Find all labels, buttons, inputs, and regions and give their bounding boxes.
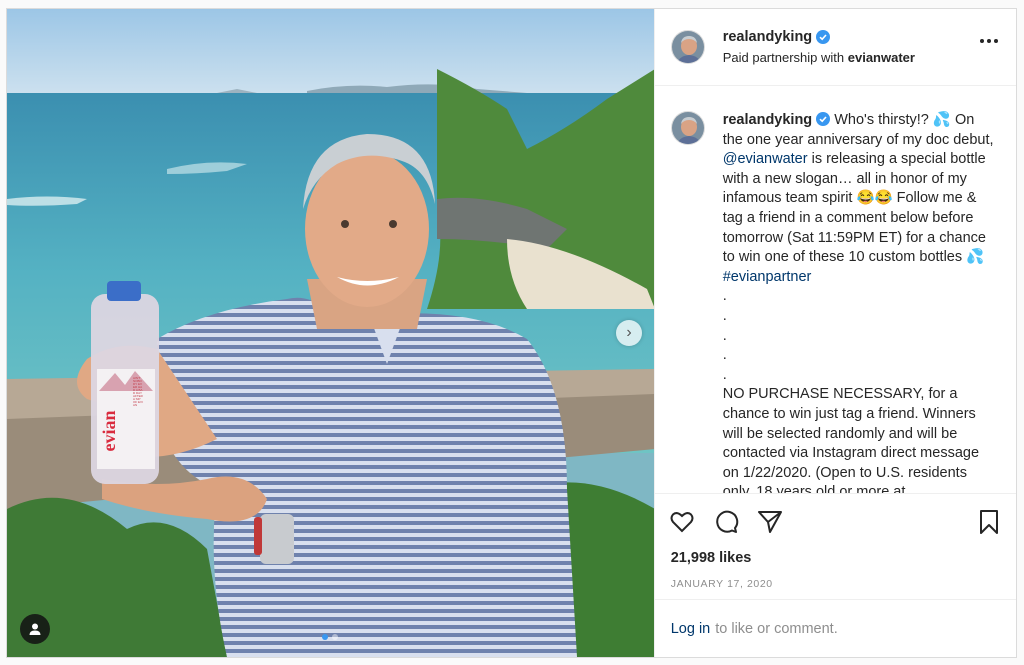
verified-badge-icon: [816, 112, 831, 126]
caption-text-continued: is releasing a special bottle with a new…: [722, 151, 991, 266]
post-sidebar: realandyking Paid partnership with evian…: [653, 9, 1016, 657]
post-media[interactable]: evian AIN'T NOBODY EVER HAD A BAD DAY AF…: [7, 9, 654, 657]
bookmark-icon[interactable]: [976, 509, 1002, 535]
partner-link[interactable]: evianwater: [848, 50, 915, 65]
carousel-next-button[interactable]: ›: [616, 320, 642, 346]
post-actions: [655, 500, 1016, 543]
share-icon[interactable]: [757, 509, 783, 535]
paid-partnership-label: Paid partnership with evianwater: [722, 50, 915, 65]
hashtag-link[interactable]: #evianpartner: [723, 269, 812, 285]
login-bar: Log in to like or comment.: [654, 599, 1016, 657]
caption-username[interactable]: realandyking: [723, 112, 812, 128]
bottle-brand: evian: [99, 410, 119, 452]
carousel-dot-active: [322, 634, 329, 640]
post-photo: [7, 9, 654, 657]
caption-rules: NO PURCHASE NECESSARY, for a chance to w…: [722, 386, 984, 494]
like-count[interactable]: 21,998 likes: [655, 543, 1016, 566]
bottle-label: evian: [99, 405, 120, 457]
post-header: realandyking Paid partnership with evian…: [654, 9, 1016, 86]
username-link[interactable]: realandyking: [723, 29, 915, 45]
more-options-icon[interactable]: [980, 39, 998, 43]
carousel-dot: [332, 634, 339, 640]
instagram-post: evian AIN'T NOBODY EVER HAD A BAD DAY AF…: [6, 8, 1017, 658]
mention-link[interactable]: @evianwater: [723, 151, 808, 167]
verified-badge-icon: [816, 30, 831, 44]
post-date[interactable]: JANUARY 17, 2020: [655, 566, 1016, 590]
username[interactable]: realandyking: [723, 29, 812, 45]
chevron-right-icon: ›: [626, 324, 632, 341]
post-caption: realandyking Who's thirsty!? 💦 On the on…: [723, 111, 998, 493]
bottle-slogan: AIN'T NOBODY EVER HAD A BAD DAY AFTER A …: [133, 377, 143, 407]
carousel-indicator: [7, 634, 654, 640]
login-prompt: to like or comment.: [715, 620, 838, 637]
login-link[interactable]: Log in: [671, 621, 711, 637]
post-header-text: realandyking Paid partnership with evian…: [723, 29, 915, 65]
caption-area: realandyking Who's thirsty!? 💦 On the on…: [654, 86, 1016, 494]
caption-avatar[interactable]: [670, 111, 705, 145]
heart-icon[interactable]: [669, 509, 695, 535]
comment-icon[interactable]: [713, 509, 739, 535]
avatar[interactable]: [670, 30, 705, 64]
caption-dots: . . . . .: [722, 288, 727, 383]
